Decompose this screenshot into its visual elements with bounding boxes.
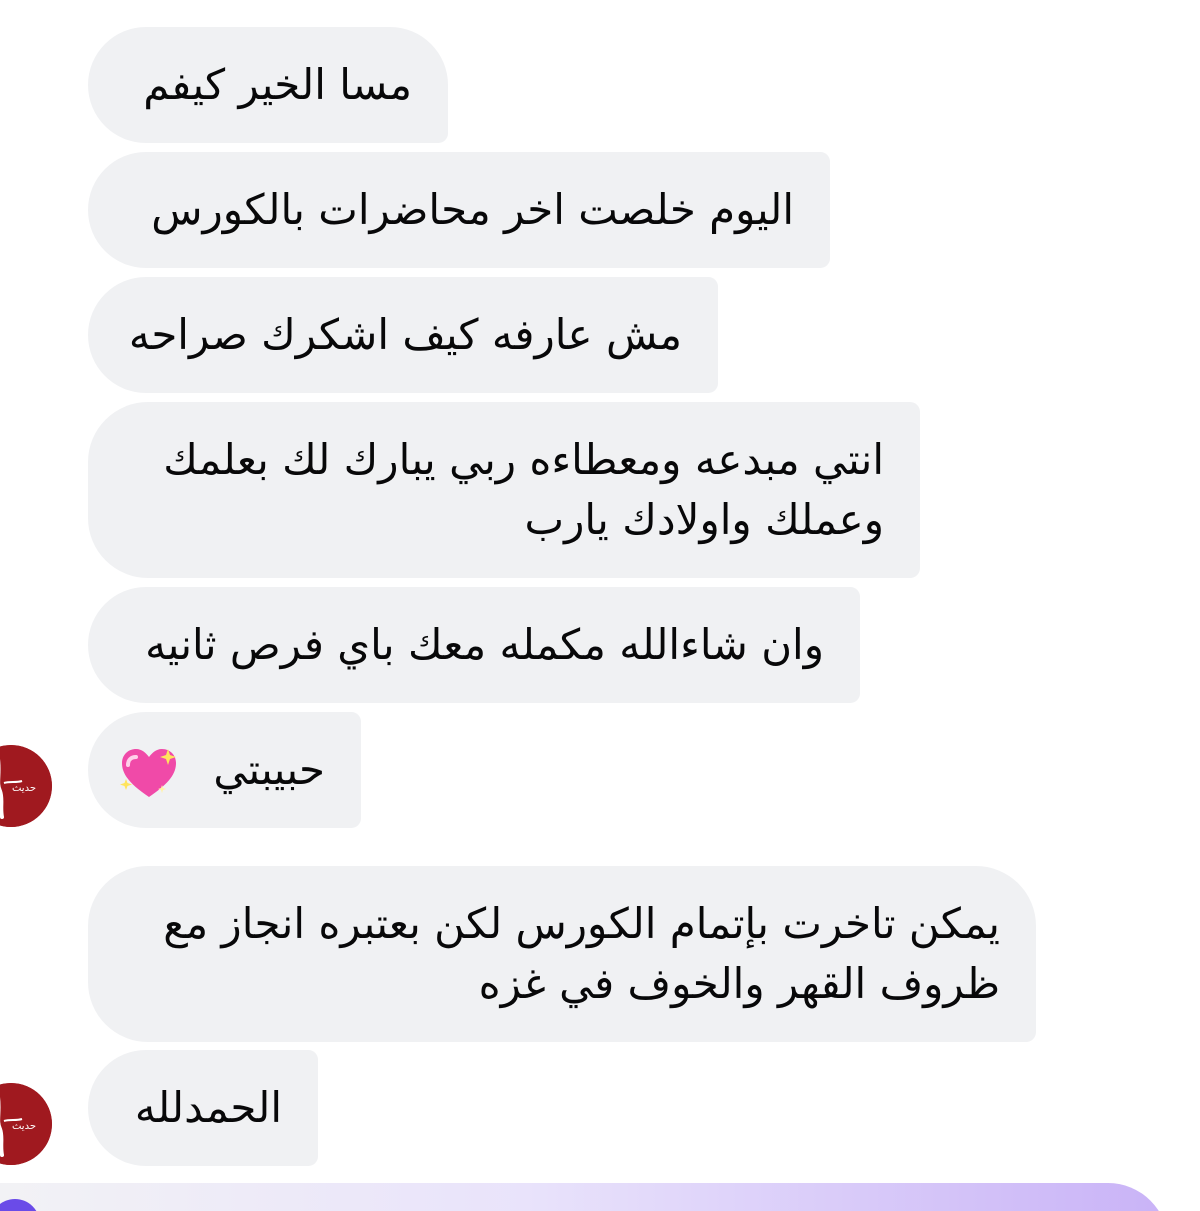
- outgoing-bubble-edge: [0, 1183, 1168, 1211]
- message-text: اليوم خلصت اخر محاضرات بالكورس: [151, 185, 794, 234]
- message-text: الحمدلله: [134, 1083, 282, 1132]
- sender-avatar[interactable]: حديث: [0, 745, 52, 827]
- message-bubble[interactable]: اليوم خلصت اخر محاضرات بالكورس: [88, 152, 830, 268]
- next-message-preview: [0, 1183, 1200, 1211]
- message-text: انتي مبدعه ومعطاءه ربي يبارك لك بعلمك وع…: [163, 435, 884, 544]
- message-bubble[interactable]: مش عارفه كيف اشكرك صراحه: [88, 277, 718, 393]
- message-text: وان شاءالله مكمله معك باي فرص ثانيه: [145, 620, 824, 669]
- message-bubble[interactable]: انتي مبدعه ومعطاءه ربي يبارك لك بعلمك وع…: [88, 402, 920, 578]
- message-text: حبيبتي: [213, 745, 325, 794]
- message-bubble[interactable]: حبيبتي: [88, 712, 361, 828]
- avatar-label: حديث: [12, 1121, 36, 1132]
- message-bubble[interactable]: الحمدلله: [88, 1050, 318, 1166]
- message-text: مش عارفه كيف اشكرك صراحه: [128, 310, 682, 359]
- message-thread: مسا الخير كيفم اليوم خلصت اخر محاضرات با…: [0, 0, 1200, 1211]
- avatar-label: حديث: [12, 783, 36, 794]
- sparkling-heart-icon: [118, 745, 180, 801]
- message-text: مسا الخير كيفم: [143, 60, 412, 109]
- message-bubble[interactable]: يمكن تاخرت بإتمام الكورس لكن بعتبره انجا…: [88, 866, 1036, 1042]
- sender-avatar[interactable]: حديث: [0, 1083, 52, 1165]
- message-text: يمكن تاخرت بإتمام الكورس لكن بعتبره انجا…: [163, 899, 1000, 1008]
- message-bubble[interactable]: مسا الخير كيفم: [88, 27, 448, 143]
- message-bubble[interactable]: وان شاءالله مكمله معك باي فرص ثانيه: [88, 587, 860, 703]
